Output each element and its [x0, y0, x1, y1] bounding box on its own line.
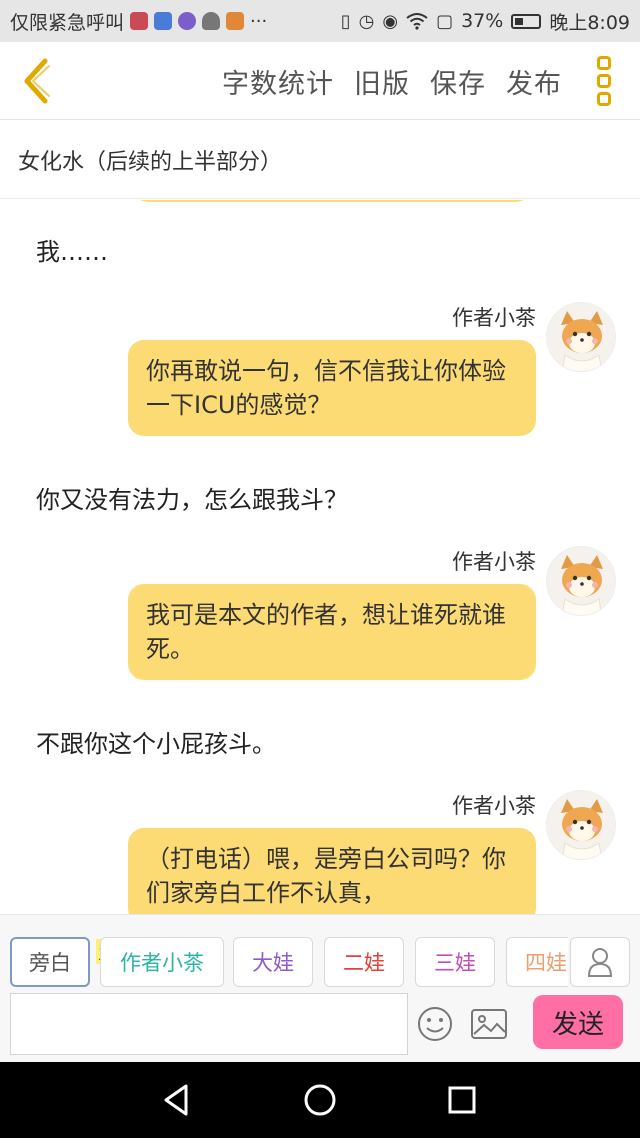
- chevron-left-icon: [24, 58, 50, 104]
- more-notifications: ···: [250, 10, 268, 32]
- image-button[interactable]: [470, 1007, 508, 1041]
- notification-text: 仅限紧急呼叫: [10, 11, 125, 34]
- battery-percent: 37%: [461, 10, 504, 32]
- narration-line[interactable]: 我……: [36, 232, 108, 267]
- battery-icon: [511, 13, 542, 29]
- role-label: 二娃: [343, 951, 385, 975]
- image-icon: [471, 1009, 507, 1039]
- author-avatar[interactable]: [546, 302, 616, 372]
- editor-header: 字数统计 旧版 保存 发布: [0, 42, 640, 120]
- vibrate-icon: ▯: [340, 10, 351, 32]
- chapter-title: 女化水（后续的上半部分）: [18, 149, 283, 175]
- shiba-avatar-icon: [561, 799, 603, 859]
- clock: 晚上8:09: [549, 11, 630, 34]
- app-notification-icon: [226, 12, 245, 30]
- status-left: 仅限紧急呼叫 ···: [10, 8, 341, 35]
- app-notification-icon: [154, 12, 173, 30]
- status-right: ▯ ◷ ◉ ▢ 37% 晚上8:09: [341, 8, 630, 35]
- author-message-bubble[interactable]: 我可是本文的作者，想让谁死就谁死。: [128, 584, 536, 680]
- narration-line[interactable]: 不跟你这个小屁孩斗。: [36, 724, 276, 759]
- save-button[interactable]: 保存: [430, 62, 486, 101]
- role-label: 大娃: [252, 951, 294, 975]
- role-label: 四娃: [525, 951, 567, 975]
- user-icon: [587, 948, 613, 977]
- word-count-button[interactable]: 字数统计: [222, 62, 334, 101]
- send-button[interactable]: 发送: [533, 995, 623, 1049]
- wifi-icon: [406, 13, 428, 30]
- eye-icon: ◉: [382, 10, 399, 32]
- chapter-bar[interactable]: 女化水（后续的上半部分）: [0, 121, 640, 199]
- narration-line[interactable]: 你又没有法力，怎么跟我斗？: [36, 480, 348, 515]
- role-siwa-button[interactable]: 四娃: [506, 937, 568, 987]
- sim-icon: ▢: [436, 10, 454, 32]
- role-narrator-button[interactable]: 旁白: [10, 937, 90, 987]
- alarm-icon: ◷: [358, 10, 375, 32]
- menu-dot-icon: [597, 56, 611, 70]
- author-avatar[interactable]: [546, 546, 616, 616]
- role-sanwa-button[interactable]: 三娃: [415, 937, 495, 987]
- menu-dot-icon: [597, 92, 611, 106]
- publish-button[interactable]: 发布: [506, 62, 562, 101]
- message-input[interactable]: [10, 993, 408, 1055]
- role-erwa-button[interactable]: 二娃: [324, 937, 404, 987]
- shiba-avatar-icon: [561, 311, 603, 371]
- system-nav-bar: [0, 1062, 640, 1138]
- role-label: 三娃: [434, 951, 476, 975]
- menu-dot-icon: [597, 74, 611, 88]
- old-version-button[interactable]: 旧版: [354, 62, 410, 101]
- back-triangle-icon[interactable]: [158, 1082, 194, 1118]
- home-circle-icon[interactable]: [302, 1082, 338, 1118]
- smiley-icon: [418, 1007, 452, 1041]
- role-author-button[interactable]: 作者小茶: [100, 937, 224, 987]
- back-button[interactable]: [14, 56, 58, 106]
- author-name: 作者小茶: [452, 306, 536, 330]
- author-name: 作者小茶: [452, 550, 536, 574]
- emoji-button[interactable]: [416, 1005, 454, 1043]
- author-avatar[interactable]: [546, 790, 616, 860]
- app-notification-icon: [178, 12, 197, 30]
- role-label: 作者小茶: [120, 951, 204, 975]
- shiba-avatar-icon: [561, 555, 603, 615]
- app-notification-icon: [130, 12, 149, 30]
- author-name: 作者小茶: [452, 794, 536, 818]
- previous-bubble[interactable]: [134, 200, 530, 202]
- role-label: 旁白: [29, 951, 71, 975]
- recents-square-icon[interactable]: [444, 1082, 480, 1118]
- author-message-bubble[interactable]: （打电话）喂，是旁白公司吗？你们家旁白工作不认真，: [128, 828, 536, 914]
- header-actions: 字数统计 旧版 保存 发布: [222, 42, 562, 120]
- story-content[interactable]: 我…… 作者小茶 你再敢说一句，信不信我让你体验一下ICU的感觉？ 你又没有法力…: [0, 200, 640, 914]
- author-message-bubble[interactable]: 你再敢说一句，信不信我让你体验一下ICU的感觉？: [128, 340, 536, 436]
- role-manage-button[interactable]: [570, 937, 630, 987]
- cloud-icon: [202, 12, 221, 30]
- role-dawa-button[interactable]: 大娃: [233, 937, 313, 987]
- composer-panel: 旁白 主 作者小茶 大娃 二娃 三娃 四娃 发送: [0, 914, 640, 1062]
- more-menu-button[interactable]: [592, 56, 616, 106]
- status-bar: 仅限紧急呼叫 ··· ▯ ◷ ◉ ▢ 37% 晚上8:09: [0, 0, 640, 42]
